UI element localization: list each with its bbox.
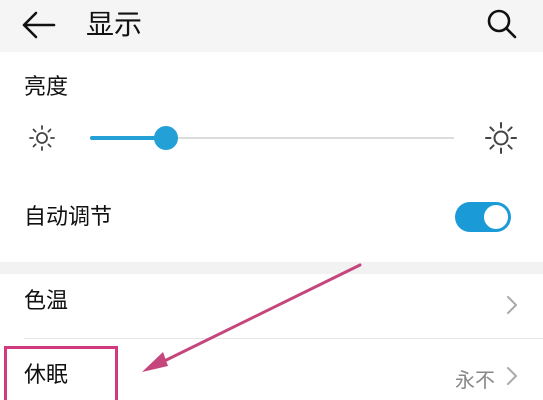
- brightness-high-icon: [484, 121, 518, 159]
- section-separator: [0, 262, 543, 274]
- sleep-value: 永不: [455, 368, 495, 392]
- chevron-right-icon: [505, 365, 519, 391]
- display-settings-screen: 显示 亮度 自动调节 色温 休眠 永不: [0, 0, 543, 400]
- brightness-label: 亮度: [24, 75, 69, 100]
- search-icon: [487, 9, 517, 39]
- slider-thumb[interactable]: [154, 126, 178, 150]
- color-temp-row[interactable]: 色温: [0, 274, 543, 338]
- back-arrow-icon: [22, 11, 56, 39]
- search-button[interactable]: [482, 4, 522, 44]
- annotation-highlight-box: [4, 346, 118, 400]
- back-button[interactable]: [18, 6, 62, 44]
- chevron-right-icon: [505, 294, 519, 320]
- brightness-low-icon: [28, 124, 56, 156]
- toggle-knob: [484, 205, 508, 229]
- page-title: 显示: [86, 8, 143, 41]
- auto-adjust-label: 自动调节: [24, 205, 113, 230]
- brightness-slider[interactable]: [90, 126, 454, 150]
- auto-adjust-toggle[interactable]: [455, 202, 511, 232]
- color-temp-label: 色温: [24, 289, 69, 314]
- app-bar: 显示: [0, 0, 543, 52]
